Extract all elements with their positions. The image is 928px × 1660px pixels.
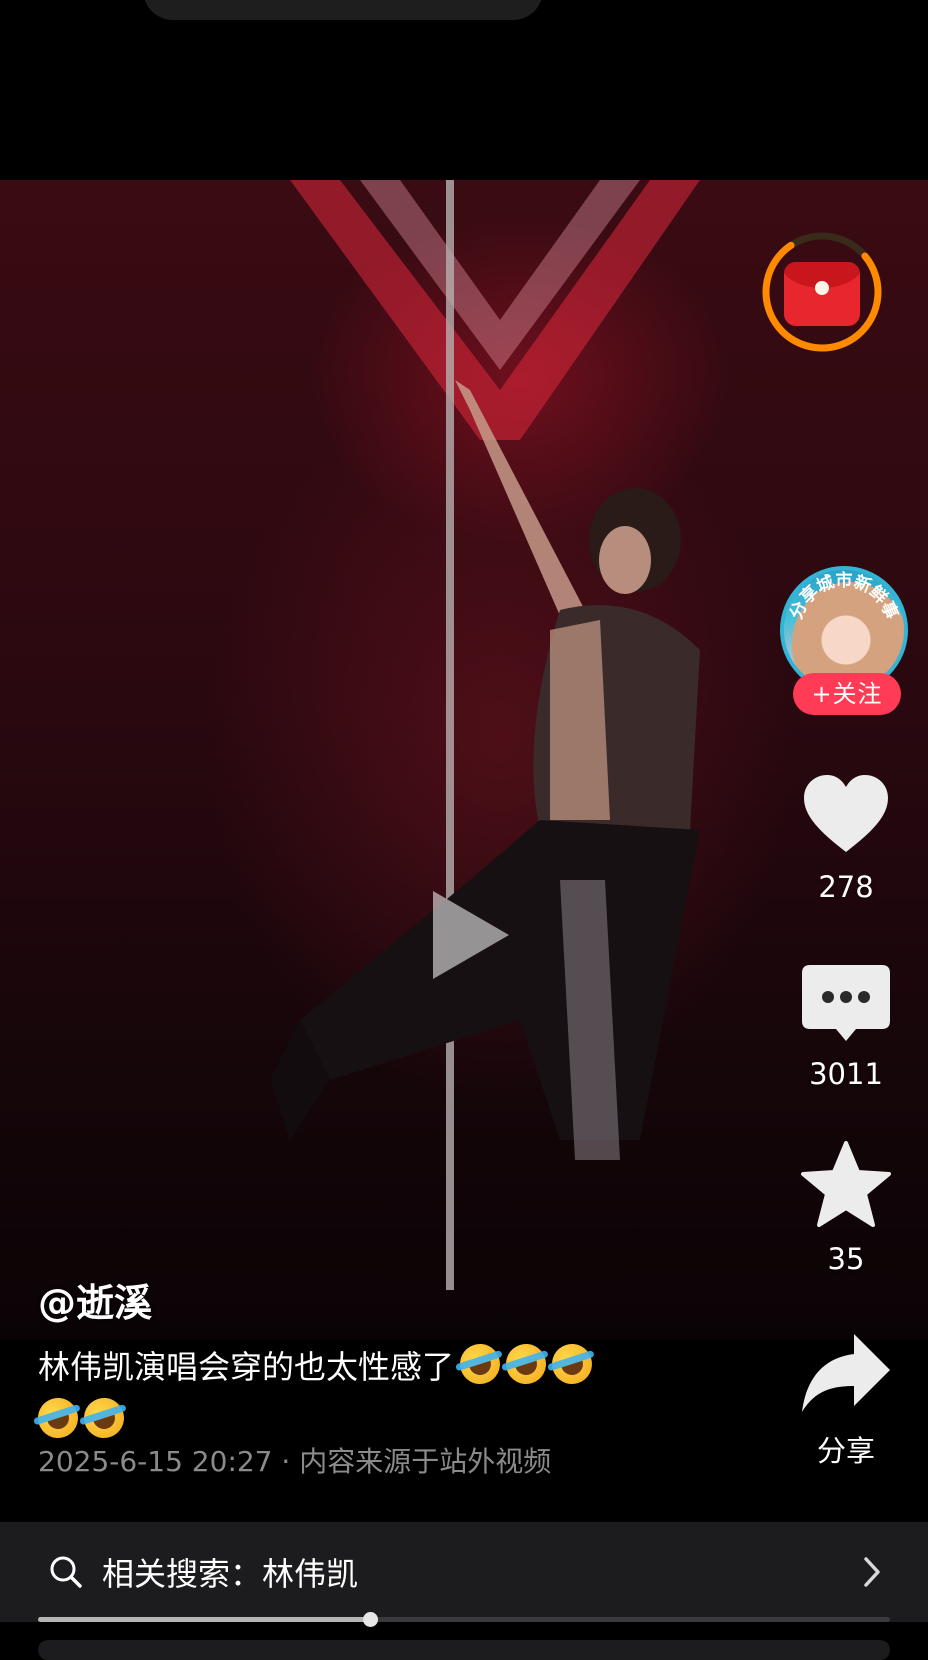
comment-count: 3011 <box>809 1057 883 1091</box>
star-icon[interactable] <box>800 1140 892 1228</box>
share-action[interactable]: 分享 <box>790 1330 902 1470</box>
heart-icon[interactable] <box>800 772 892 856</box>
play-icon[interactable] <box>425 885 515 985</box>
search-icon <box>50 1556 82 1588</box>
redpacket-icon <box>784 262 860 326</box>
related-search-bar[interactable]: 相关搜索：林伟凯 <box>0 1522 928 1622</box>
video-progress-fill <box>38 1617 371 1622</box>
comment-action[interactable]: 3011 <box>790 963 902 1091</box>
laughing-emoji-icon <box>78 1392 130 1444</box>
caption-text: 林伟凯演唱会穿的也太性感了 <box>38 1348 455 1386</box>
redpacket-widget[interactable] <box>757 227 887 357</box>
avatar-badge-text: 分享城市新鲜事 <box>786 570 901 622</box>
like-count: 278 <box>818 870 874 904</box>
share-label: 分享 <box>816 1434 875 1468</box>
status-notch <box>143 0 543 20</box>
author-name[interactable]: @逝溪 <box>38 1272 152 1327</box>
laughing-emoji-icon <box>546 1338 598 1390</box>
favorite-count: 35 <box>827 1242 865 1276</box>
share-icon[interactable] <box>800 1330 892 1414</box>
post-datetime: 2025-6-15 20:27 <box>38 1445 273 1478</box>
video-progress-knob[interactable] <box>363 1612 379 1627</box>
related-search-text: 相关搜索：林伟凯 <box>102 1549 358 1595</box>
like-action[interactable]: 278 <box>790 772 902 904</box>
follow-button[interactable]: +关注 <box>793 673 901 715</box>
comment-icon[interactable] <box>800 963 892 1043</box>
laughing-emoji-icon <box>500 1338 552 1390</box>
video-caption: 林伟凯演唱会穿的也太性感了 <box>32 1338 738 1448</box>
favorite-action[interactable]: 35 <box>790 1140 902 1276</box>
bottom-bar <box>38 1640 890 1660</box>
related-search-label: 相关搜索： <box>102 1555 263 1593</box>
post-meta: 2025-6-15 20:27 · 内容来源于站外视频 <box>38 1440 551 1480</box>
related-search-query: 林伟凯 <box>262 1555 359 1593</box>
video-progress-bar[interactable] <box>38 1612 890 1627</box>
content-source: 内容来源于站外视频 <box>299 1445 552 1478</box>
laughing-emoji-icon <box>454 1338 506 1390</box>
svg-text:分享城市新鲜事: 分享城市新鲜事 <box>786 570 901 622</box>
laughing-emoji-icon <box>32 1392 84 1444</box>
chevron-right-icon[interactable] <box>862 1556 882 1588</box>
author-avatar-group[interactable]: 分享城市新鲜事 +关注 <box>776 562 918 722</box>
meta-separator: · <box>281 1445 291 1478</box>
